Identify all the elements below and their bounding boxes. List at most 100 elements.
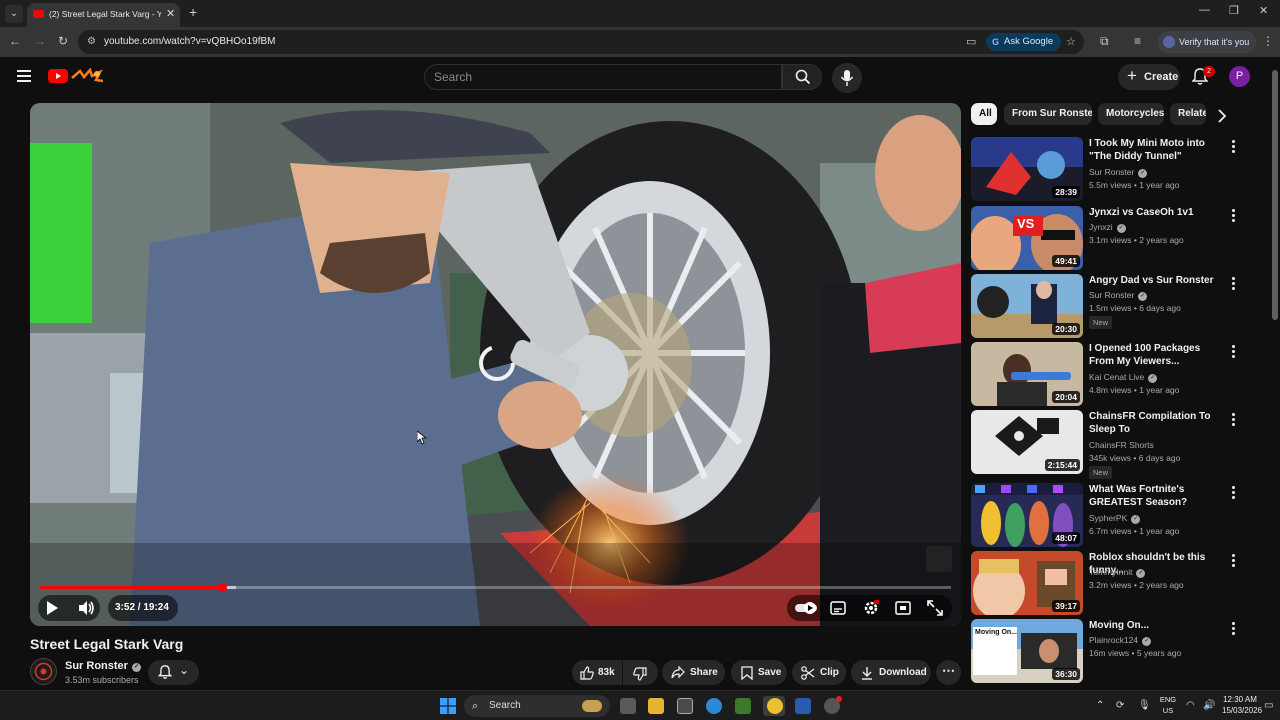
new-tab-icon[interactable]: +	[189, 4, 197, 20]
recommendation-channel-name[interactable]: Plainrock124	[1089, 635, 1138, 645]
account-avatar[interactable]: P	[1229, 66, 1250, 87]
chevron-right-icon[interactable]	[1214, 108, 1230, 124]
more-options-icon[interactable]	[1232, 486, 1236, 501]
volume-icon[interactable]	[78, 600, 95, 616]
address-bar[interactable]: ⚙ youtube.com/watch?v=vQBHOo19fBM ▭ Ask …	[78, 30, 1084, 54]
reading-list-icon[interactable]: ≡	[1134, 34, 1141, 48]
video-thumbnail[interactable]: 20:30	[971, 274, 1083, 338]
recommendation-item[interactable]: Moving On... 36:30 Moving On... Plainroc…	[971, 619, 1241, 683]
recommendation-channel[interactable]: ChainsFR Shorts	[1089, 440, 1154, 450]
save-button[interactable]: Save	[731, 660, 787, 685]
fullscreen-icon[interactable]	[927, 600, 943, 616]
search-input[interactable]	[434, 70, 754, 84]
recommendation-item[interactable]: 20:04 I Opened 100 Packages From My View…	[971, 342, 1241, 406]
url-text[interactable]: youtube.com/watch?v=vQBHOo19fBM	[104, 36, 275, 47]
video-thumbnail[interactable]: 2:15:44	[971, 410, 1083, 474]
recommendation-channel-name[interactable]: Sur Ronster	[1089, 167, 1134, 177]
taskbar-search[interactable]: ⌕ Search	[464, 695, 610, 717]
subtitles-icon[interactable]	[830, 601, 846, 615]
play-icon[interactable]	[45, 600, 59, 616]
recommendation-item[interactable]: 28:39 I Took My Mini Moto into "The Didd…	[971, 137, 1241, 201]
video-player[interactable]: 3:52 / 19:24	[30, 103, 961, 626]
recommendation-item[interactable]: 39:17 Roblox shouldn't be this funny... …	[971, 551, 1241, 615]
chip-all[interactable]: All	[971, 103, 997, 125]
more-options-icon[interactable]	[1232, 277, 1236, 292]
recommendation-title[interactable]: Jynxzi vs CaseOh 1v1	[1089, 206, 1223, 219]
more-options-icon[interactable]	[1232, 209, 1236, 224]
browser-tab[interactable]: (2) Street Legal Stark Varg - YouTube ✕	[27, 3, 180, 27]
more-actions-icon[interactable]: ⋯	[936, 660, 961, 685]
more-options-icon[interactable]	[1232, 140, 1236, 155]
cast-icon[interactable]: ▭	[966, 35, 976, 48]
page-scrollbar[interactable]	[1272, 70, 1278, 320]
site-info-icon[interactable]: ⚙	[87, 36, 96, 47]
share-button[interactable]: Share	[662, 660, 725, 685]
clip-button[interactable]: Clip	[792, 660, 846, 685]
hamburger-menu-icon[interactable]	[17, 70, 31, 82]
more-options-icon[interactable]	[1232, 622, 1236, 637]
recommendation-title[interactable]: ChainsFR Compilation To Sleep To	[1089, 410, 1223, 436]
more-options-icon[interactable]	[1232, 413, 1236, 428]
recommendation-channel[interactable]: SypherPK ✓	[1089, 513, 1141, 524]
recommendation-item[interactable]: 2:15:44 ChainsFR Compilation To Sleep To…	[971, 410, 1241, 479]
recommendation-channel-name[interactable]: Kai Cenat Live	[1089, 372, 1144, 382]
tab-search-button[interactable]: ⌄	[5, 5, 23, 23]
more-options-icon[interactable]	[1232, 554, 1236, 569]
recommendation-channel-name[interactable]: Sur Ronster	[1089, 290, 1134, 300]
recommendation-channel[interactable]: Sur Ronster ✓	[1089, 290, 1148, 301]
wifi-icon[interactable]: ◠	[1186, 700, 1195, 711]
search-button[interactable]	[782, 64, 822, 90]
video-thumbnail[interactable]: 28:39	[971, 137, 1083, 201]
notification-subscribe-button[interactable]: ⌄	[148, 660, 199, 685]
recommendation-channel-name[interactable]: SypherPK	[1089, 513, 1127, 523]
close-window-icon[interactable]: ✕	[1259, 4, 1268, 17]
recommendation-channel[interactable]: Kai Cenat Live ✓	[1089, 372, 1158, 383]
taskbar-clock[interactable]: 12:30 AM 15/03/2026	[1222, 694, 1262, 716]
video-thumbnail[interactable]: 48:07	[971, 483, 1083, 547]
chip-from-channel[interactable]: From Sur Ronster	[1004, 103, 1092, 125]
tray-sync-icon[interactable]: ⟳	[1116, 700, 1124, 711]
video-thumbnail[interactable]: Moving On... 36:30	[971, 619, 1083, 683]
bookmark-star-icon[interactable]: ☆	[1066, 35, 1076, 48]
recommendation-item[interactable]: 20:30 Angry Dad vs Sur Ronster Sur Ronst…	[971, 274, 1241, 338]
store-icon[interactable]	[677, 698, 693, 714]
recommendation-title[interactable]: I Took My Mini Moto into "The Diddy Tunn…	[1089, 137, 1223, 163]
chip-related[interactable]: Related	[1170, 103, 1206, 125]
extensions-icon[interactable]: ⧉	[1100, 34, 1109, 49]
back-icon[interactable]: ←	[9, 34, 21, 48]
recommendation-channel[interactable]: Sur Ronster ✓	[1089, 167, 1148, 178]
tray-overflow-icon[interactable]: ⌃	[1096, 700, 1104, 711]
recommendation-title[interactable]: What Was Fortnite's GREATEST Season?	[1089, 483, 1223, 509]
minecraft-icon[interactable]	[735, 698, 751, 714]
recommendation-channel[interactable]: TommyInnit ✓	[1089, 567, 1146, 578]
youtube-logo-icon[interactable]	[48, 69, 68, 83]
recommendation-channel-name[interactable]: TommyInnit	[1089, 567, 1132, 577]
create-button[interactable]: Create	[1118, 63, 1180, 90]
forward-icon[interactable]: →	[34, 34, 46, 48]
close-tab-icon[interactable]: ✕	[166, 7, 175, 20]
reload-icon[interactable]: ↻	[58, 34, 68, 48]
dislike-button[interactable]	[623, 660, 658, 685]
settings-gear-icon[interactable]	[863, 600, 879, 616]
ask-google-button[interactable]: Ask Google	[986, 33, 1062, 51]
restore-icon[interactable]: ❐	[1229, 4, 1239, 17]
task-view-icon[interactable]	[620, 698, 636, 714]
recommendation-channel-name[interactable]: Jynxzi	[1089, 222, 1113, 232]
recommendation-channel[interactable]: Plainrock124 ✓	[1089, 635, 1152, 646]
channel-name-text[interactable]: Sur Ronster	[65, 660, 128, 672]
tray-microphone-icon[interactable]: 🎙	[1138, 700, 1151, 711]
file-explorer-icon[interactable]	[648, 698, 664, 714]
recommendation-item[interactable]: 48:07 What Was Fortnite's GREATEST Seaso…	[971, 483, 1241, 547]
video-thumbnail[interactable]: VS 49:41	[971, 206, 1083, 270]
recommendation-item[interactable]: VS 49:41 Jynxzi vs CaseOh 1v1 Jynxzi ✓ 3.…	[971, 206, 1241, 270]
more-options-icon[interactable]	[1232, 345, 1236, 360]
like-button[interactable]: 83k	[572, 660, 622, 685]
progress-bar[interactable]	[40, 583, 951, 592]
recommendation-title[interactable]: Moving On...	[1089, 619, 1223, 632]
autoplay-toggle-icon[interactable]	[795, 601, 819, 615]
edge-browser-icon[interactable]	[706, 698, 722, 714]
language-indicator[interactable]: ENG US	[1158, 694, 1178, 716]
notification-center-icon[interactable]: ▭	[1264, 700, 1273, 711]
voice-search-button[interactable]	[832, 63, 862, 93]
vscode-icon[interactable]	[795, 698, 811, 714]
